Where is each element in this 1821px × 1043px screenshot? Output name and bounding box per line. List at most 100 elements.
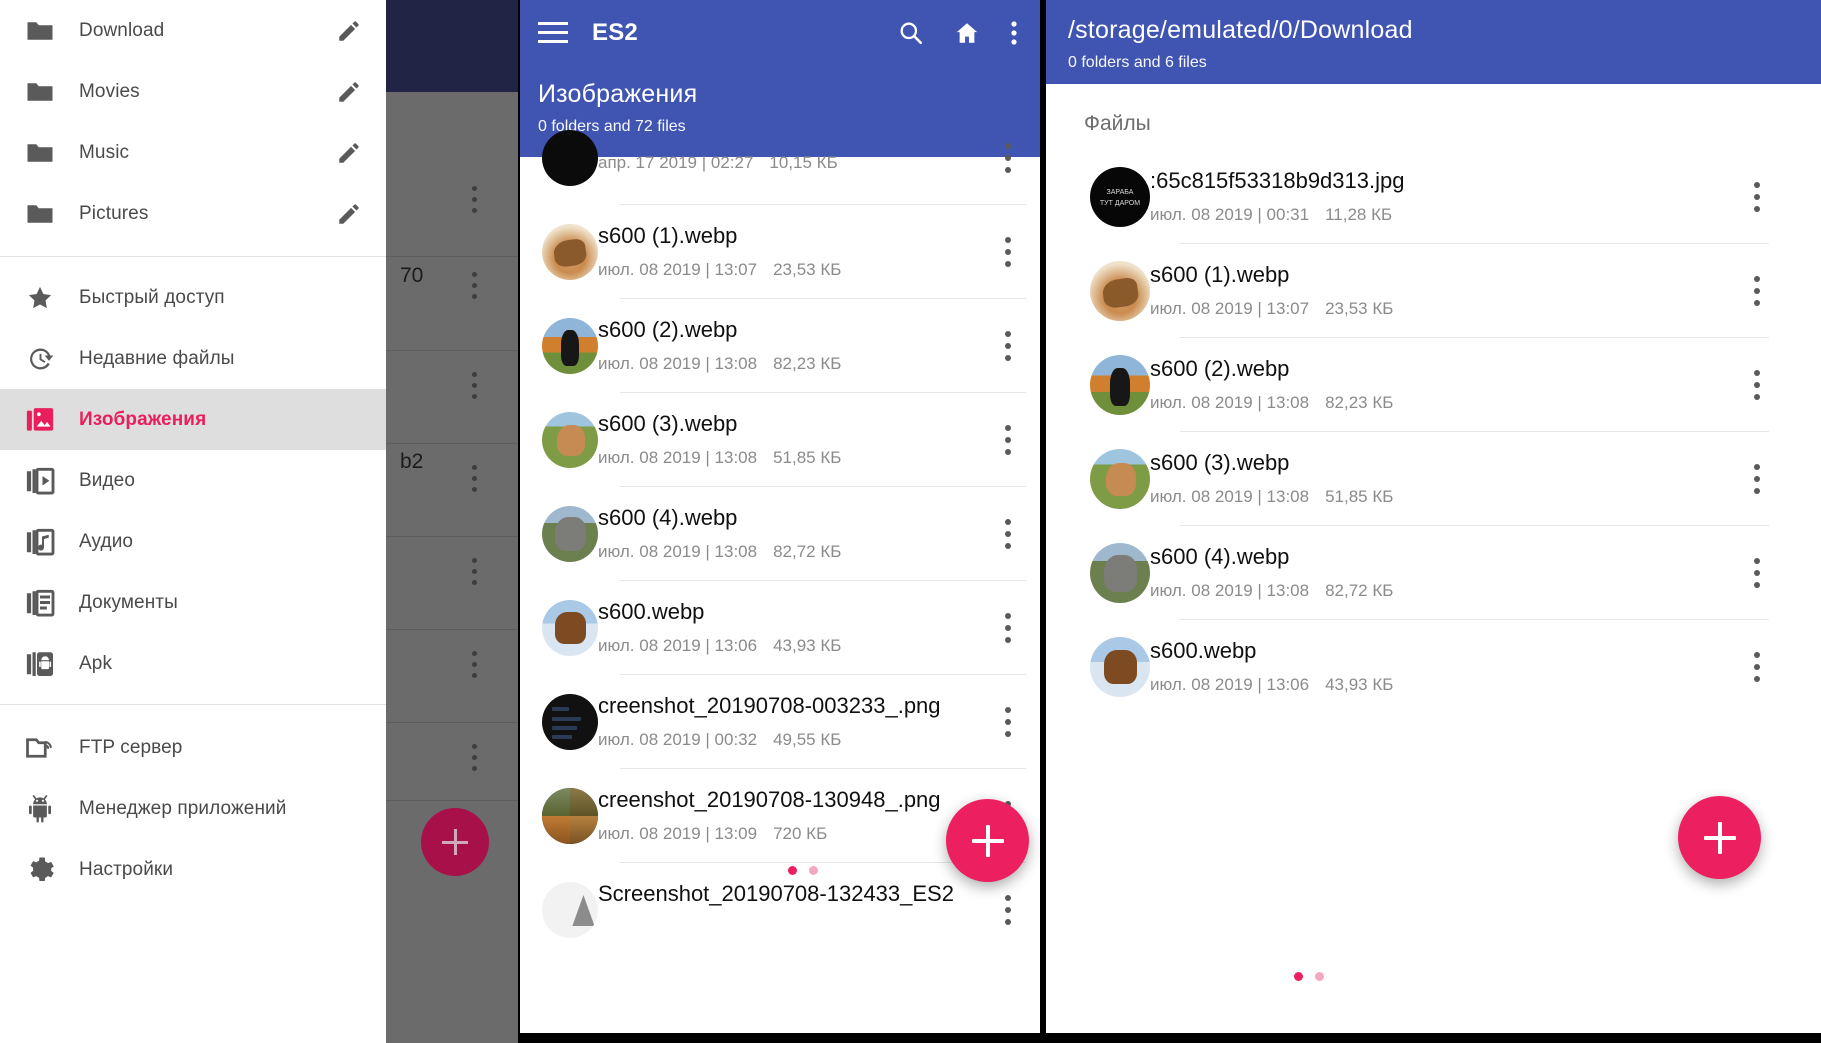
page-dot-active[interactable] — [788, 866, 797, 875]
hamburger-menu-icon[interactable] — [538, 22, 568, 44]
more-vert-icon[interactable] — [1739, 461, 1775, 497]
sidebar-item-label: Аудио — [79, 530, 134, 552]
file-row[interactable]: s600 (2).webp июл. 08 2019 | 13:08 82,23 К… — [1046, 338, 1821, 431]
file-thumbnail — [542, 411, 598, 468]
right-page-indicator[interactable] — [1294, 972, 1324, 981]
pencil-icon[interactable] — [336, 79, 362, 105]
more-vert-icon[interactable] — [990, 516, 1026, 552]
more-vert-icon[interactable] — [472, 465, 477, 498]
file-row[interactable]: s600 (2).webp июл. 08 2019 | 13:08 82,23 К… — [520, 299, 1040, 392]
more-vert-icon[interactable] — [472, 558, 477, 591]
file-name: s600 (3).webp — [598, 411, 738, 436]
more-vert-icon[interactable] — [990, 140, 1026, 176]
pencil-icon[interactable] — [336, 18, 362, 44]
more-vert-icon[interactable] — [472, 372, 477, 405]
home-icon[interactable] — [954, 20, 980, 46]
more-vert-icon[interactable] — [472, 272, 477, 305]
file-thumbnail — [542, 129, 598, 186]
file-thumbnail — [542, 505, 598, 562]
file-row[interactable]: s600 (1).webp июл. 08 2019 | 13:07 23,53 К… — [520, 205, 1040, 298]
file-row[interactable]: ЗАРАБА ТУТ ДАРОМ:65c815f53318b9d313.jpg ию… — [1046, 150, 1821, 243]
dim-row-rule — [386, 800, 518, 801]
pencil-icon[interactable] — [336, 140, 362, 166]
file-row[interactable]: s600 (3).webp июл. 08 2019 | 13:08 51,85 К… — [1046, 432, 1821, 525]
add-button-dimmed[interactable] — [421, 808, 489, 876]
file-meta — [598, 918, 990, 938]
file-thumbnail — [1090, 354, 1150, 415]
sidebar-item-gear[interactable]: Настройки — [0, 839, 386, 900]
sidebar-item-star[interactable]: Быстрый доступ — [0, 267, 386, 328]
more-vert-icon[interactable] — [1739, 273, 1775, 309]
file-size: 82,72 КБ — [1325, 581, 1394, 600]
page-dot[interactable] — [1315, 972, 1324, 981]
file-row[interactable]: s600 (4).webp июл. 08 2019 | 13:08 82,72 К… — [520, 487, 1040, 580]
file-info: s600 (4).webp июл. 08 2019 | 13:08 82,72 К… — [1150, 526, 1739, 619]
more-vert-icon[interactable] — [990, 234, 1026, 270]
sidebar-item-ftp-server[interactable]: FTP сервер — [0, 717, 386, 778]
sidebar-item-apk[interactable]: Apk — [0, 633, 386, 694]
sidebar-item-audio[interactable]: Аудио — [0, 511, 386, 572]
dim-row-rule — [386, 256, 518, 257]
file-size: 23,53 КБ — [1325, 299, 1394, 318]
drawer-folder-label: Music — [79, 141, 130, 163]
more-vert-icon[interactable] — [990, 328, 1026, 364]
add-button[interactable] — [1678, 796, 1761, 879]
file-row[interactable]: s600 (1).webp июл. 08 2019 | 13:07 23,53 К… — [1046, 244, 1821, 337]
file-date: июл. 08 2019 | 13:09 — [598, 824, 758, 843]
file-size: 51,85 КБ — [773, 448, 842, 467]
file-name: s600 (2).webp — [1150, 356, 1290, 381]
drawer-folder-download[interactable]: Download — [0, 0, 386, 61]
more-vert-icon[interactable] — [990, 422, 1026, 458]
search-icon[interactable] — [898, 20, 924, 46]
middle-page-indicator[interactable] — [788, 866, 818, 875]
file-name: creenshot_20190708-130948_.png — [598, 787, 941, 812]
file-info: s600 (1).webp июл. 08 2019 | 13:07 23,53 К… — [1150, 244, 1739, 337]
more-vert-icon[interactable] — [1739, 367, 1775, 403]
page-dot[interactable] — [809, 866, 818, 875]
file-size: 82,72 КБ — [773, 542, 842, 561]
more-vert-icon[interactable] — [1739, 179, 1775, 215]
sidebar-item-images[interactable]: Изображения — [0, 389, 386, 450]
sidebar-item-history[interactable]: Недавние файлы — [0, 328, 386, 389]
file-row[interactable]: creenshot_20190708-003233_.png июл. 08 20… — [520, 675, 1040, 768]
add-button[interactable] — [946, 799, 1029, 882]
more-vert-icon[interactable] — [990, 892, 1026, 928]
sidebar-item-android[interactable]: Менеджер приложений — [0, 778, 386, 839]
drawer-folder-list: Download Movies Music Pictures — [0, 0, 386, 244]
file-row[interactable]: s600 (3).webp июл. 08 2019 | 13:08 51,85 К… — [520, 393, 1040, 486]
more-vert-icon[interactable] — [472, 186, 477, 219]
dim-statusbar — [386, 0, 518, 92]
file-info: s600 (4).webp июл. 08 2019 | 13:08 82,72 К… — [598, 487, 990, 580]
pencil-icon[interactable] — [336, 201, 362, 227]
more-vert-icon[interactable] — [990, 610, 1026, 646]
file-row[interactable]: апр. 17 2019 | 02:27 10,15 КБ — [520, 111, 1040, 204]
dimmed-background-pane[interactable]: 70 b2 — [386, 0, 518, 1043]
drawer-folder-pictures[interactable]: Pictures — [0, 183, 386, 244]
sidebar-item-documents[interactable]: Документы — [0, 572, 386, 633]
more-vert-icon[interactable] — [472, 651, 477, 684]
drawer-folder-label: Movies — [79, 80, 140, 102]
page-dot-active[interactable] — [1294, 972, 1303, 981]
file-meta: июл. 08 2019 | 00:32 49,55 КБ — [598, 730, 990, 750]
app-title: ES2 — [592, 19, 638, 46]
file-date: июл. 08 2019 | 13:06 — [598, 636, 758, 655]
file-date: июл. 08 2019 | 13:08 — [598, 448, 758, 467]
more-vert-icon[interactable] — [1010, 20, 1018, 46]
file-thumbnail — [542, 317, 598, 374]
file-thumbnail — [1090, 260, 1150, 321]
sidebar-item-video[interactable]: Видео — [0, 450, 386, 511]
drawer-folder-movies[interactable]: Movies — [0, 61, 386, 122]
more-vert-icon[interactable] — [1739, 555, 1775, 591]
right-file-list[interactable]: ЗАРАБА ТУТ ДАРОМ:65c815f53318b9d313.jpg ию… — [1046, 150, 1821, 713]
file-row[interactable]: s600 (4).webp июл. 08 2019 | 13:08 82,72 К… — [1046, 526, 1821, 619]
more-vert-icon[interactable] — [1739, 649, 1775, 685]
more-vert-icon[interactable] — [990, 704, 1026, 740]
more-vert-icon[interactable] — [472, 744, 477, 777]
file-row[interactable]: s600.webp июл. 08 2019 | 13:06 43,93 КБ — [520, 581, 1040, 674]
dim-row-rule — [386, 629, 518, 630]
file-row[interactable]: s600.webp июл. 08 2019 | 13:06 43,93 КБ — [1046, 620, 1821, 713]
drawer-folder-music[interactable]: Music — [0, 122, 386, 183]
dim-row-rule — [386, 350, 518, 351]
file-row[interactable]: Screenshot_20190708-132433_ES2 — [520, 863, 1040, 956]
file-size: 51,85 КБ — [1325, 487, 1394, 506]
